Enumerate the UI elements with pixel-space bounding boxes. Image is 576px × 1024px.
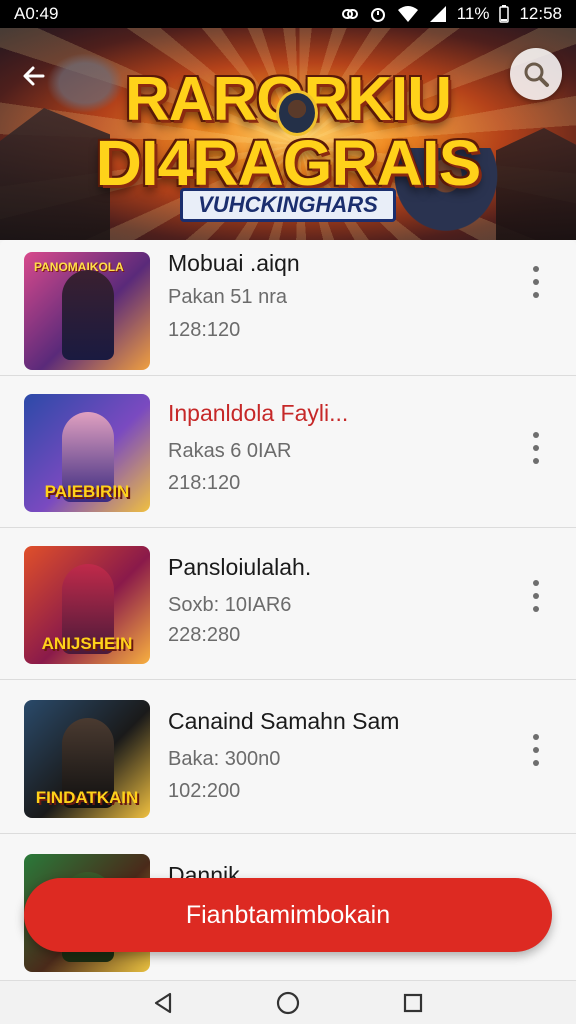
game-list: PANOMAIKOLA Mobuai .aiqn Pakan 51 nra 12…: [0, 240, 576, 980]
screen: A0:49 11% 12:58 DI4RAGRAIS VUHCKINGHARS …: [0, 0, 576, 1024]
alarm-icon: [369, 5, 387, 23]
item-time: 102:200: [168, 780, 241, 802]
item-subtitle: Pakan 51 nra: [168, 286, 287, 308]
item-subtitle: Baka: 300n0: [168, 748, 281, 770]
thumbnail-caption: PAIEBIRIN: [44, 482, 130, 501]
battery-icon: [499, 5, 510, 23]
more-options-button[interactable]: [524, 576, 548, 616]
recents-square-icon: [404, 993, 423, 1012]
more-options-button[interactable]: [524, 730, 548, 770]
status-icons: 11% 12:58: [341, 4, 562, 24]
item-time: 128:120: [168, 319, 241, 341]
banner-subtitle: VUHCKINGHARS: [180, 188, 396, 222]
list-item[interactable]: PANOMAIKOLA Mobuai .aiqn Pakan 51 nra 12…: [0, 240, 576, 376]
game-thumbnail[interactable]: FINDATKAIN: [24, 700, 150, 818]
more-vertical-icon: [533, 266, 539, 272]
wifi-icon: [397, 5, 419, 23]
search-icon: [524, 62, 549, 87]
thumbnail-caption: ANIJSHEIN: [41, 634, 133, 653]
status-left-text: A0:49: [14, 4, 59, 23]
home-circle-icon: [276, 991, 300, 1014]
battery-text: 11%: [456, 4, 490, 23]
more-options-button[interactable]: [524, 428, 548, 468]
item-time: 218:120: [168, 472, 241, 494]
item-title[interactable]: Canaind Samahn Sam: [168, 708, 399, 735]
system-nav-bar: [0, 980, 576, 1024]
link-icon: [341, 5, 359, 23]
list-item[interactable]: ANIJSHEIN Pansloiulalah. Soxb: 10IAR6 22…: [0, 528, 576, 680]
status-bar: A0:49 11% 12:58: [0, 0, 576, 28]
item-time: 228:280: [168, 624, 241, 646]
item-title[interactable]: Inpanldola Fayli...: [168, 400, 348, 427]
list-item[interactable]: FINDATKAIN Canaind Samahn Sam Baka: 300n…: [0, 682, 576, 834]
more-vertical-icon: [533, 580, 539, 586]
item-title[interactable]: Mobuai .aiqn: [168, 250, 300, 277]
item-title[interactable]: Pansloiulalah.: [168, 554, 311, 581]
game-thumbnail[interactable]: PANOMAIKOLA: [24, 252, 150, 370]
nav-back-button[interactable]: [143, 983, 183, 1023]
thumbnail-caption: FINDATKAIN: [35, 788, 139, 807]
status-time: 12:58: [519, 4, 562, 23]
signal-icon: [429, 5, 447, 23]
more-vertical-icon: [533, 432, 539, 438]
back-button[interactable]: [14, 56, 54, 96]
item-subtitle: Soxb: 10IAR6: [168, 594, 292, 616]
item-subtitle: Rakas 6 0IAR: [168, 440, 292, 462]
game-thumbnail[interactable]: PAIEBIRIN: [24, 394, 150, 512]
game-thumbnail[interactable]: ANIJSHEIN: [24, 546, 150, 664]
thumbnail-character: [62, 270, 114, 360]
back-triangle-icon: [154, 992, 171, 1013]
game-banner: RARORKIU DI4RAGRAIS VUHCKINGHARS: [0, 28, 576, 240]
list-item[interactable]: PAIEBIRIN Inpanldola Fayli... Rakas 6 0I…: [0, 376, 576, 528]
search-button[interactable]: [510, 48, 562, 100]
back-arrow-icon: [23, 66, 45, 86]
more-options-button[interactable]: [524, 262, 548, 302]
nav-home-button[interactable]: [268, 983, 308, 1023]
primary-action-button[interactable]: Fianbtamimbokain: [24, 878, 552, 952]
nav-recents-button[interactable]: [393, 983, 433, 1023]
more-vertical-icon: [533, 734, 539, 740]
